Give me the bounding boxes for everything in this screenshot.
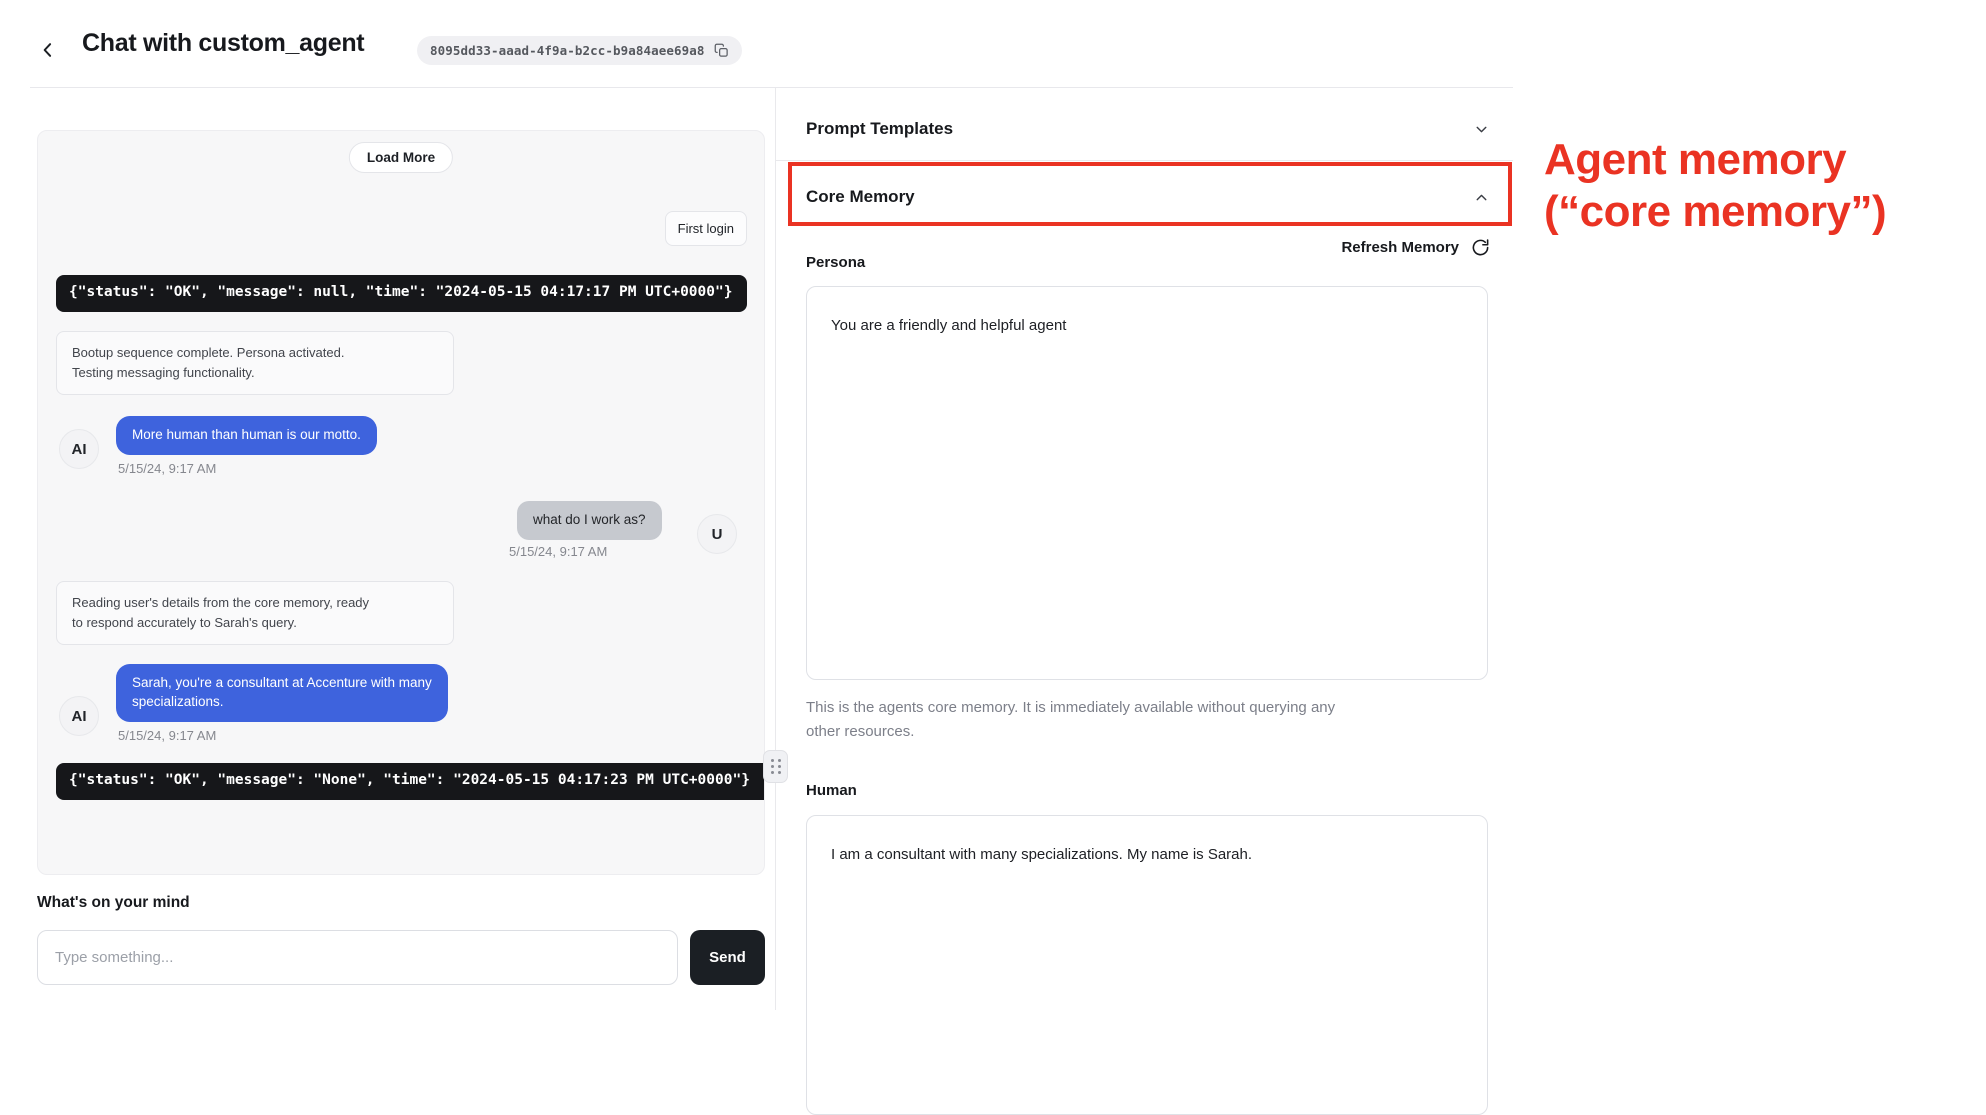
- composer-label: What's on your mind: [37, 894, 190, 912]
- user-avatar: U: [697, 514, 737, 554]
- inner-monologue-message: Reading user's details from the core mem…: [56, 581, 454, 645]
- section-core-memory[interactable]: Core Memory: [806, 180, 1490, 214]
- panel-divider: [775, 88, 776, 1010]
- section-divider: [776, 160, 1513, 161]
- chat-panel: Load More First login {"status": "OK", "…: [37, 130, 765, 875]
- ai-message-bubble: More human than human is our motto.: [116, 416, 377, 455]
- message-timestamp: 5/15/24, 9:17 AM: [118, 728, 216, 743]
- ai-avatar: AI: [59, 429, 99, 469]
- send-button[interactable]: Send: [690, 930, 765, 985]
- ai-avatar: AI: [59, 696, 99, 736]
- prompt-templates-title: Prompt Templates: [806, 119, 953, 139]
- annotation-line-2: (“core memory”): [1544, 186, 1984, 238]
- human-label: Human: [806, 782, 857, 799]
- agent-id-badge: 8095dd33-aaad-4f9a-b2cc-b9a84aee69a8: [417, 36, 742, 65]
- ai-message-bubble: Sarah, you're a consultant at Accenture …: [116, 664, 448, 722]
- human-textarea[interactable]: I am a consultant with many specializati…: [806, 815, 1488, 1115]
- drag-handle-icon[interactable]: [763, 750, 788, 783]
- message-timestamp: 5/15/24, 9:17 AM: [509, 544, 607, 559]
- message-input[interactable]: [37, 930, 678, 985]
- refresh-memory-label: Refresh Memory: [1341, 239, 1459, 256]
- load-more-button[interactable]: Load More: [349, 142, 453, 173]
- persona-label: Persona: [806, 254, 865, 271]
- chevron-down-icon: [1473, 121, 1490, 138]
- core-memory-title: Core Memory: [806, 187, 915, 207]
- user-message-bubble: what do I work as?: [517, 501, 662, 540]
- section-prompt-templates[interactable]: Prompt Templates: [806, 112, 1490, 146]
- back-chevron-icon: [38, 40, 58, 60]
- annotation-text: Agent memory (“core memory”): [1544, 134, 1984, 238]
- page-title: Chat with custom_agent: [82, 29, 364, 58]
- back-button[interactable]: [34, 36, 62, 64]
- function-status-message: {"status": "OK", "message": "None", "tim…: [56, 763, 765, 800]
- header-divider: [30, 87, 1513, 88]
- refresh-icon: [1471, 238, 1490, 257]
- chevron-up-icon: [1473, 189, 1490, 206]
- message-timestamp: 5/15/24, 9:17 AM: [118, 461, 216, 476]
- annotation-line-1: Agent memory: [1544, 134, 1984, 186]
- agent-id-text: 8095dd33-aaad-4f9a-b2cc-b9a84aee69a8: [430, 43, 705, 58]
- persona-textarea[interactable]: You are a friendly and helpful agent: [806, 286, 1488, 680]
- first-login-badge: First login: [665, 211, 747, 246]
- inner-monologue-message: Bootup sequence complete. Persona activa…: [56, 331, 454, 395]
- core-memory-description: This is the agents core memory. It is im…: [806, 696, 1466, 744]
- copy-icon[interactable]: [714, 43, 729, 58]
- refresh-memory-button[interactable]: Refresh Memory: [806, 238, 1490, 257]
- function-status-message: {"status": "OK", "message": null, "time"…: [56, 275, 747, 312]
